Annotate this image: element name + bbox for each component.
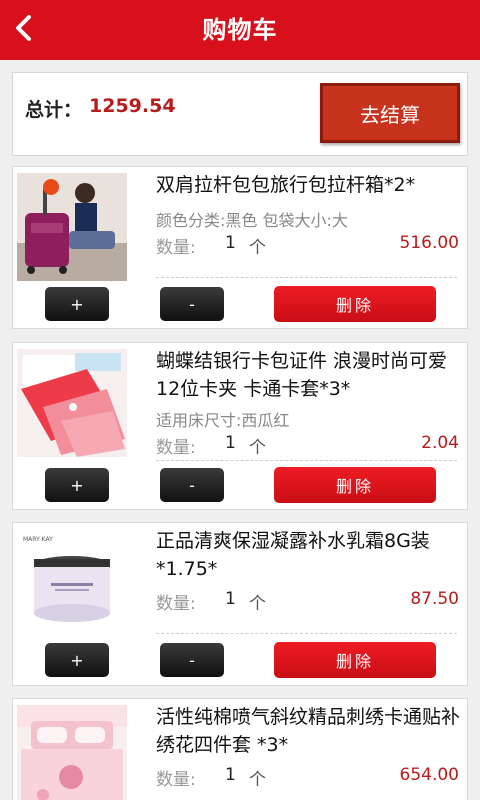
delete-button[interactable]: 删除 — [274, 467, 436, 503]
quantity-label: 数量: — [156, 770, 196, 790]
product-image[interactable] — [17, 173, 127, 281]
cream-jar-image: MARY KAY — [17, 529, 127, 637]
quantity-label: 数量: — [156, 238, 196, 258]
item-price: 2.04 — [421, 433, 459, 453]
delete-button[interactable]: 删除 — [274, 642, 436, 678]
item-price: 654.00 — [399, 765, 459, 785]
quantity-value: 1 — [225, 233, 236, 253]
svg-text:MARY KAY: MARY KAY — [23, 536, 53, 543]
delete-button[interactable]: 删除 — [274, 286, 436, 322]
product-name[interactable]: 双肩拉杆包包旅行包拉杆箱*2* — [156, 171, 466, 199]
page-title: 购物车 — [202, 16, 278, 44]
product-spec: 适用床尺寸:西瓜红 — [156, 411, 290, 430]
increase-quantity-button[interactable]: + — [45, 468, 109, 502]
quantity-label: 数量: — [156, 438, 196, 458]
product-image[interactable] — [17, 349, 127, 457]
cart-item: 蝴蝶结银行卡包证件 浪漫时尚可爱12位卡夹 卡通卡套*3* 适用床尺寸:西瓜红 … — [12, 342, 468, 510]
total-label: 总计： — [25, 99, 83, 121]
bedding-set-image — [17, 705, 127, 800]
cart-item: MARY KAY 正品清爽保湿凝露补水乳霜8G装*1.75* 数量: 1 个 8… — [12, 522, 468, 686]
checkout-button[interactable]: 去结算 — [320, 83, 460, 143]
product-name[interactable]: 正品清爽保湿凝露补水乳霜8G装*1.75* — [156, 527, 466, 583]
divider — [156, 277, 457, 278]
decrease-quantity-button[interactable]: - — [160, 643, 224, 677]
card-holder-image — [17, 349, 127, 457]
quantity-value: 1 — [225, 589, 236, 609]
cart-item: 双肩拉杆包包旅行包拉杆箱*2* 颜色分类:黑色 包袋大小:大 数量: 1 个 5… — [12, 166, 468, 329]
product-image[interactable]: MARY KAY — [17, 529, 127, 637]
cart-item: 活性纯棉喷气斜纹精品刺绣卡通贴补绣花四件套 *3* 数量: 1 个 654.00 — [12, 698, 468, 800]
quantity-value: 1 — [225, 433, 236, 453]
decrease-quantity-button[interactable]: - — [160, 468, 224, 502]
product-spec: 颜色分类:黑色 包袋大小:大 — [156, 211, 348, 230]
quantity-value: 1 — [225, 765, 236, 785]
quantity-unit: 个 — [249, 594, 266, 614]
quantity-unit: 个 — [249, 770, 266, 790]
quantity-unit: 个 — [249, 438, 266, 458]
quantity-unit: 个 — [249, 238, 266, 258]
quantity-label: 数量: — [156, 594, 196, 614]
product-name[interactable]: 蝴蝶结银行卡包证件 浪漫时尚可爱12位卡夹 卡通卡套*3* — [156, 347, 466, 403]
luggage-bag-image — [17, 173, 127, 281]
item-price: 87.50 — [410, 589, 459, 609]
divider — [156, 460, 457, 461]
increase-quantity-button[interactable]: + — [45, 287, 109, 321]
total-summary: 总计： 1259.54 去结算 — [12, 72, 468, 156]
divider — [156, 633, 457, 634]
product-image[interactable] — [17, 705, 127, 800]
increase-quantity-button[interactable]: + — [45, 643, 109, 677]
item-price: 516.00 — [399, 233, 459, 253]
top-bar: 购物车 — [0, 0, 480, 60]
total-value: 1259.54 — [89, 95, 176, 117]
product-name[interactable]: 活性纯棉喷气斜纹精品刺绣卡通贴补绣花四件套 *3* — [156, 703, 466, 759]
decrease-quantity-button[interactable]: - — [160, 287, 224, 321]
